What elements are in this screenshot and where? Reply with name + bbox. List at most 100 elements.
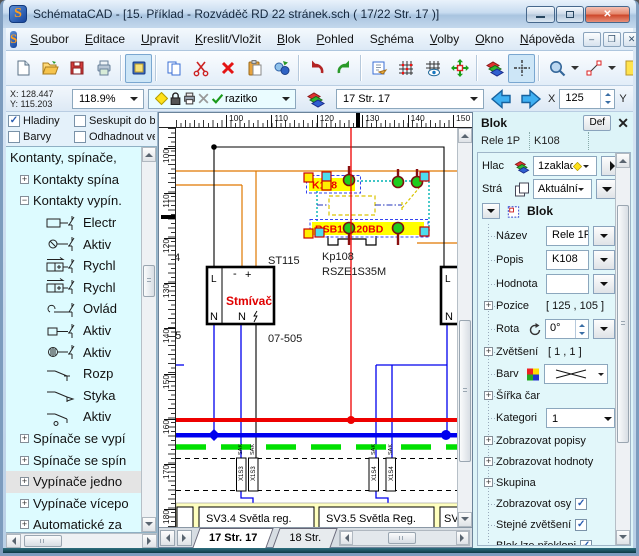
tree-item-electr[interactable]: Electr xyxy=(6,212,141,234)
menu-item-soubor[interactable]: Soubor xyxy=(22,30,77,48)
document-icon[interactable]: S xyxy=(10,31,17,48)
checkbox[interactable] xyxy=(580,540,592,546)
tree-item-rychl[interactable]: Rychl xyxy=(6,255,141,277)
layers-button[interactable] xyxy=(481,54,508,83)
tree-item-aktiv[interactable]: Aktiv xyxy=(6,341,141,363)
expand-icon[interactable]: + xyxy=(484,391,493,400)
chevron-down-icon[interactable] xyxy=(467,91,481,107)
layer-combo[interactable]: razitko xyxy=(148,89,296,109)
dimmer-block[interactable]: L - + Stmívač N N xyxy=(207,267,274,324)
checkbox[interactable] xyxy=(8,115,20,127)
tree-item-aktiv[interactable]: Aktiv xyxy=(6,406,141,428)
line-tool-button[interactable] xyxy=(580,54,607,83)
scrollbar-thumb[interactable] xyxy=(143,265,155,297)
tree-horizontal-scrollbar[interactable] xyxy=(6,533,157,548)
checkbox[interactable] xyxy=(8,131,20,143)
cut-button[interactable] xyxy=(187,54,214,83)
kategorie-select[interactable]: 1 xyxy=(546,408,615,428)
crosshair-button[interactable] xyxy=(508,54,535,83)
checkbox-hladiny[interactable]: Hladiny xyxy=(8,115,74,127)
scrollbar-thumb[interactable] xyxy=(459,320,471,462)
hodnota-field[interactable] xyxy=(546,274,589,294)
expand-icon[interactable]: + xyxy=(484,301,493,310)
chevron-down-icon[interactable] xyxy=(607,54,617,83)
close-button[interactable]: ✕ xyxy=(585,6,630,23)
tree-item-aktiv[interactable]: Aktiv xyxy=(6,233,141,255)
zoom-combo[interactable]: 118.9% xyxy=(72,89,144,109)
scroll-right-icon[interactable] xyxy=(142,534,157,548)
tree-item-kontakty-vyp-n[interactable]: −Kontakty vypín. xyxy=(6,190,141,212)
next-page-button[interactable] xyxy=(596,179,615,199)
spin-down-icon[interactable] xyxy=(601,99,614,108)
rotace-dropdown[interactable] xyxy=(593,319,615,339)
expand-icon[interactable]: + xyxy=(20,477,29,486)
expand-icon[interactable]: + xyxy=(20,520,29,529)
scroll-right-icon[interactable] xyxy=(456,531,469,545)
note-button[interactable] xyxy=(617,54,633,83)
page-combo[interactable]: 17 Str. 17 xyxy=(336,89,484,109)
checkbox[interactable] xyxy=(74,115,86,127)
mdi-close-button[interactable]: ✕ xyxy=(623,32,639,47)
popis-dropdown[interactable] xyxy=(593,250,615,270)
menu-item-pohled[interactable]: Pohled xyxy=(308,30,361,48)
canvas-vertical-scrollbar[interactable] xyxy=(457,128,472,527)
drawing-area[interactable]: L - + Stmívač N N L N xyxy=(176,128,457,527)
chevron-down-icon[interactable] xyxy=(570,54,580,83)
open-file-button[interactable] xyxy=(36,54,63,83)
color-select[interactable] xyxy=(544,364,608,384)
replace-button[interactable] xyxy=(268,54,295,83)
tab-page-18[interactable]: 18 Str. xyxy=(273,528,337,548)
expand-icon[interactable]: + xyxy=(484,347,493,356)
tree-item-styka[interactable]: Styka xyxy=(6,385,141,407)
copy-button[interactable] xyxy=(160,54,187,83)
grid-visibility-button[interactable] xyxy=(419,54,446,83)
save-button[interactable] xyxy=(63,54,90,83)
checkbox-odhadnout[interactable]: Odhadnout ve xyxy=(74,131,155,143)
panel-vertical-scrollbar[interactable] xyxy=(615,153,630,545)
menu-item-n-pov-da[interactable]: Nápověda xyxy=(512,30,583,48)
x-coordinate-stepper[interactable]: 125 xyxy=(559,89,615,109)
next-layer-button[interactable] xyxy=(601,156,615,176)
chevron-down-icon[interactable] xyxy=(127,91,141,107)
scroll-down-icon[interactable] xyxy=(616,530,630,545)
hodnota-dropdown[interactable] xyxy=(593,274,615,294)
page-select[interactable]: Aktuální xyxy=(533,179,592,199)
tree-item-ovl-d[interactable]: Ovlád xyxy=(6,298,141,320)
terminal-blocks[interactable]: X1S3 X1S3 X1S4 X1S4 SAK SAK SAK SAK xyxy=(237,444,396,491)
nazev-dropdown[interactable] xyxy=(593,226,615,246)
chevron-down-icon[interactable] xyxy=(279,91,293,107)
grid-button[interactable] xyxy=(392,54,419,83)
tab-scroll-right-icon[interactable] xyxy=(177,530,192,546)
expand-icon[interactable]: + xyxy=(484,457,493,466)
checkbox[interactable] xyxy=(575,519,587,531)
collapse-section-button[interactable] xyxy=(482,203,500,219)
tree-item-rozp[interactable]: Rozp xyxy=(6,363,141,385)
tree-item-sp-na-e-se-vyp[interactable]: +Spínače se vypí xyxy=(6,428,141,450)
tab-scroll-left-icon[interactable] xyxy=(160,530,175,546)
menu-item-blok[interactable]: Blok xyxy=(269,30,308,48)
minimize-button[interactable] xyxy=(526,6,555,23)
scroll-down-icon[interactable] xyxy=(458,512,472,527)
expand-icon[interactable]: + xyxy=(20,456,29,465)
library-button[interactable] xyxy=(125,54,152,83)
delete-button[interactable] xyxy=(214,54,241,83)
scrollbar-thumb[interactable] xyxy=(617,205,629,443)
tab-page-17[interactable]: 17 Str. 17 xyxy=(193,528,273,548)
x-coordinate-value[interactable]: 125 xyxy=(560,90,600,108)
selected-relay-block[interactable]: K108 RSB1A120BD xyxy=(304,166,429,245)
redo-button[interactable] xyxy=(330,54,357,83)
menu-item-upravit[interactable]: Upravit xyxy=(133,30,187,48)
layers-button[interactable] xyxy=(300,86,332,112)
panel-close-icon[interactable]: ✕ xyxy=(617,116,629,130)
mdi-restore-button[interactable]: ❐ xyxy=(603,32,621,47)
tree-item-sp-na-e-se-sp-n[interactable]: +Spínače se spín xyxy=(6,449,141,471)
expand-icon[interactable]: + xyxy=(484,436,493,445)
tree-item-aktiv[interactable]: Aktiv xyxy=(6,320,141,342)
paste-button[interactable] xyxy=(241,54,268,83)
canvas-horizontal-scrollbar[interactable] xyxy=(339,530,470,546)
layer-select[interactable]: 1zaklad xyxy=(533,156,597,176)
scroll-up-icon[interactable] xyxy=(142,147,156,162)
expand-icon[interactable]: + xyxy=(484,478,493,487)
new-file-button[interactable] xyxy=(9,54,36,83)
scrollbar-thumb[interactable] xyxy=(24,535,62,547)
